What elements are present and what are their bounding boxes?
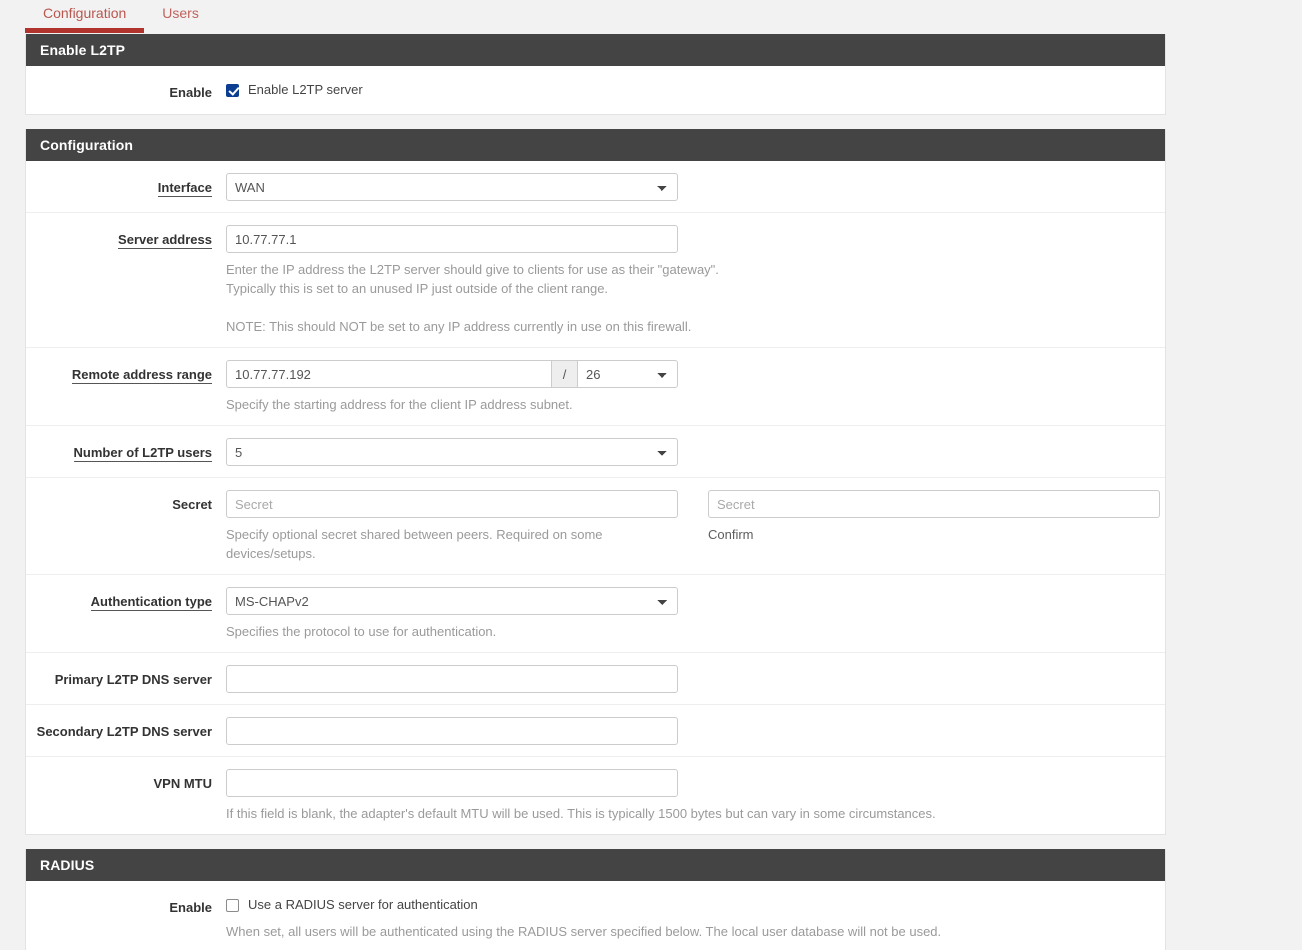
vpn-mtu-input[interactable] <box>226 769 678 797</box>
panel-configuration-body: Interface WAN Server address Enter the I… <box>26 161 1165 834</box>
authentication-type-select[interactable]: MS-CHAPv2 <box>226 587 678 615</box>
label-server-address-text: Server address <box>118 232 212 249</box>
secret-columns: Specify optional secret shared between p… <box>226 490 1160 563</box>
label-number-of-users: Number of L2TP users <box>26 438 226 463</box>
slash-separator: / <box>552 360 577 388</box>
panel-enable-l2tp-body: Enable Enable L2TP server <box>26 66 1165 114</box>
label-radius-enable: Enable <box>169 900 212 915</box>
label-interface: Interface <box>26 173 226 198</box>
label-remote-address-range-text: Remote address range <box>71 367 212 384</box>
help-radius: When set, all users will be authenticate… <box>226 924 942 939</box>
tab-bar: Configuration Users <box>0 0 1302 34</box>
panel-configuration: Configuration Interface WAN Server addre… <box>25 129 1166 835</box>
row-vpn-mtu: VPN MTU If this field is blank, the adap… <box>26 757 1165 834</box>
panel-enable-l2tp-heading: Enable L2TP <box>26 34 1165 66</box>
tab-configuration-label: Configuration <box>43 5 127 21</box>
tab-users[interactable]: Users <box>144 0 217 26</box>
tab-users-label: Users <box>162 5 199 21</box>
checkbox-line-enable-l2tp[interactable]: Enable L2TP server <box>226 78 1153 100</box>
enable-l2tp-checkbox[interactable] <box>226 83 239 97</box>
radius-enable-checkbox[interactable] <box>226 898 239 912</box>
help-spacer <box>226 298 1036 317</box>
remote-address-range-mask-select[interactable]: 26 <box>577 360 678 388</box>
control-number-of-users: 5 <box>226 438 1165 466</box>
label-number-of-users-text: Number of L2TP users <box>73 445 212 462</box>
label-interface-text: Interface <box>157 180 212 197</box>
control-secret: Specify optional secret shared between p… <box>226 490 1165 563</box>
label-server-address: Server address <box>26 225 226 250</box>
help-secret-confirm: Confirm <box>708 527 754 542</box>
secret-confirm-input[interactable] <box>708 490 1160 518</box>
panel-configuration-heading: Configuration <box>26 129 1165 161</box>
control-primary-dns <box>226 665 1165 693</box>
row-server-address: Server address Enter the IP address the … <box>26 213 1165 348</box>
help-secret: Specify optional secret shared between p… <box>226 527 603 561</box>
secondary-dns-input[interactable] <box>226 717 678 745</box>
label-primary-dns: Primary L2TP DNS server <box>54 672 212 687</box>
row-primary-dns: Primary L2TP DNS server <box>26 653 1165 705</box>
panel-radius-heading: RADIUS <box>26 849 1165 881</box>
remote-address-range-input-group: / 26 <box>226 360 678 388</box>
row-interface: Interface WAN <box>26 161 1165 213</box>
label-enable: Enable <box>169 85 212 100</box>
help-vpn-mtu: If this field is blank, the adapter's de… <box>226 806 936 821</box>
radius-enable-checkbox-label[interactable]: Use a RADIUS server for authentication <box>248 896 478 914</box>
control-interface: WAN <box>226 173 1165 201</box>
control-server-address: Enter the IP address the L2TP server sho… <box>226 225 1165 336</box>
row-authentication-type: Authentication type MS-CHAPv2 Specifies … <box>26 575 1165 653</box>
enable-l2tp-checkbox-label[interactable]: Enable L2TP server <box>248 81 363 99</box>
control-authentication-type: MS-CHAPv2 Specifies the protocol to use … <box>226 587 1165 641</box>
secret-column: Specify optional secret shared between p… <box>226 490 678 563</box>
control-radius-enable: Use a RADIUS server for authentication W… <box>226 893 1165 941</box>
help-remote-address-range: Specify the starting address for the cli… <box>226 397 573 412</box>
control-enable-l2tp: Enable L2TP server <box>226 78 1165 100</box>
row-number-of-users: Number of L2TP users 5 <box>26 426 1165 478</box>
server-address-input[interactable] <box>226 225 678 253</box>
panel-radius: RADIUS Enable Use a RADIUS server for au… <box>25 849 1166 950</box>
primary-dns-input[interactable] <box>226 665 678 693</box>
row-secondary-dns: Secondary L2TP DNS server <box>26 705 1165 757</box>
help-server-address-line2: Typically this is set to an unused IP ju… <box>226 281 609 296</box>
label-vpn-mtu: VPN MTU <box>153 776 213 791</box>
row-remote-address-range: Remote address range / 26 Specify the st… <box>26 348 1165 426</box>
label-secondary-dns: Secondary L2TP DNS server <box>36 724 212 739</box>
label-remote-address-range: Remote address range <box>26 360 226 385</box>
label-authentication-type: Authentication type <box>26 587 226 612</box>
interface-select[interactable]: WAN <box>226 173 678 201</box>
row-secret: Secret Specify optional secret shared be… <box>26 478 1165 575</box>
control-remote-address-range: / 26 Specify the starting address for th… <box>226 360 1165 414</box>
remote-address-range-input[interactable] <box>226 360 552 388</box>
panel-radius-body: Enable Use a RADIUS server for authentic… <box>26 881 1165 950</box>
control-vpn-mtu: If this field is blank, the adapter's de… <box>226 769 1165 823</box>
label-authentication-type-text: Authentication type <box>90 594 212 611</box>
help-server-address-line1: Enter the IP address the L2TP server sho… <box>226 262 719 277</box>
number-of-users-select[interactable]: 5 <box>226 438 678 466</box>
label-secret: Secret <box>172 497 212 512</box>
row-radius-enable: Enable Use a RADIUS server for authentic… <box>26 881 1165 950</box>
checkbox-line-radius[interactable]: Use a RADIUS server for authentication <box>226 893 1153 915</box>
secret-input[interactable] <box>226 490 678 518</box>
control-secondary-dns <box>226 717 1165 745</box>
help-server-address: Enter the IP address the L2TP server sho… <box>226 260 1036 336</box>
help-server-address-line3: NOTE: This should NOT be set to any IP a… <box>226 319 692 334</box>
panel-enable-l2tp: Enable L2TP Enable Enable L2TP server <box>25 34 1166 115</box>
secret-confirm-column: Confirm <box>708 490 1160 563</box>
tab-configuration[interactable]: Configuration <box>25 0 145 33</box>
row-enable-l2tp: Enable Enable L2TP server <box>26 66 1165 114</box>
help-authentication-type: Specifies the protocol to use for authen… <box>226 624 497 639</box>
